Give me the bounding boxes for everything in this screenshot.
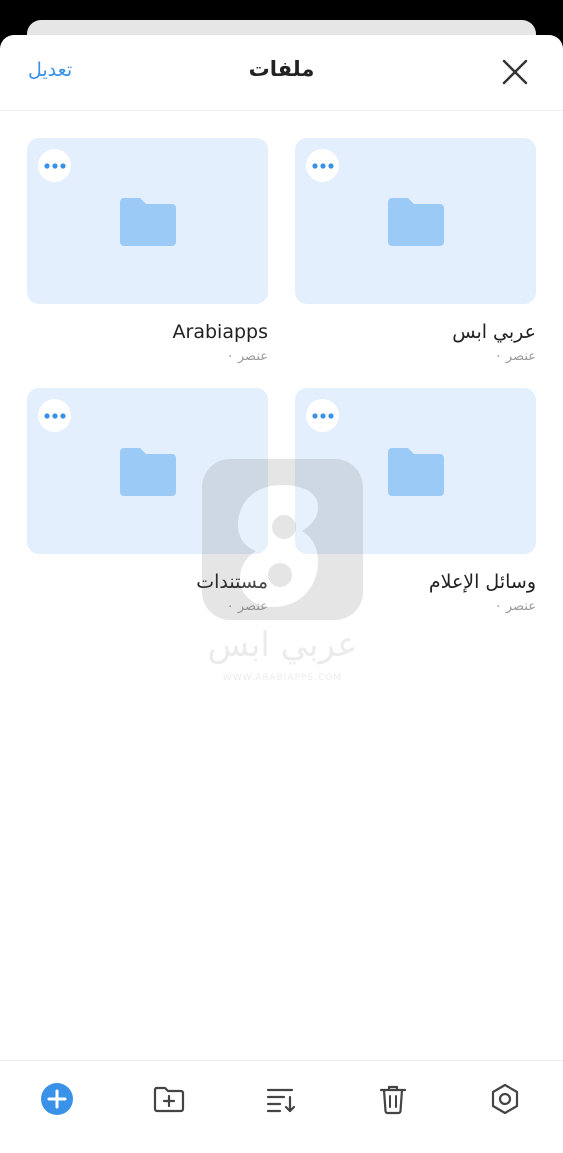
more-icon xyxy=(43,412,66,419)
folder-icon xyxy=(388,448,444,496)
more-icon xyxy=(311,162,334,169)
folder-item-count: عنصر ٠ xyxy=(226,599,268,614)
folder-card[interactable] xyxy=(27,138,268,304)
more-icon xyxy=(311,412,334,419)
watermark-url: WWW.ARABIAPPS.COM xyxy=(222,673,343,683)
new-folder-button[interactable] xyxy=(151,1081,187,1117)
sort-button[interactable] xyxy=(263,1081,299,1117)
folder-item-count: عنصر ٠ xyxy=(494,599,536,614)
more-button[interactable] xyxy=(38,149,71,182)
folder-name: عربي ابس xyxy=(452,321,536,343)
folder-card[interactable] xyxy=(27,388,268,554)
folder-item-count: عنصر ٠ xyxy=(226,349,268,364)
more-button[interactable] xyxy=(306,149,339,182)
sort-icon xyxy=(266,1088,296,1113)
bottom-toolbar xyxy=(0,1060,563,1153)
more-icon xyxy=(43,162,66,169)
add-icon xyxy=(41,1083,73,1115)
files-sheet: ملفات تعديل عربي ابس عنصر ٠ Arabiapps عن… xyxy=(0,35,563,1153)
folder-icon xyxy=(120,198,176,246)
more-button[interactable] xyxy=(306,399,339,432)
header: ملفات تعديل xyxy=(0,35,563,111)
folder-item-count: عنصر ٠ xyxy=(494,349,536,364)
delete-button[interactable] xyxy=(375,1081,411,1117)
folder-icon xyxy=(120,448,176,496)
folder-card[interactable] xyxy=(295,138,536,304)
edit-button[interactable]: تعديل xyxy=(28,59,72,81)
add-button[interactable] xyxy=(39,1081,75,1117)
watermark-text: عربي ابس xyxy=(207,625,358,665)
folder-name: Arabiapps xyxy=(172,321,268,343)
folder-name: وسائل الإعلام xyxy=(428,571,536,593)
more-button[interactable] xyxy=(38,399,71,432)
settings-button[interactable] xyxy=(487,1081,523,1117)
folder-icon xyxy=(388,198,444,246)
page-title: ملفات xyxy=(248,57,315,81)
folder-card[interactable] xyxy=(295,388,536,554)
new-folder-icon xyxy=(153,1086,185,1113)
settings-icon xyxy=(491,1083,519,1115)
trash-icon xyxy=(379,1085,407,1115)
folder-name: مستندات xyxy=(196,571,268,593)
